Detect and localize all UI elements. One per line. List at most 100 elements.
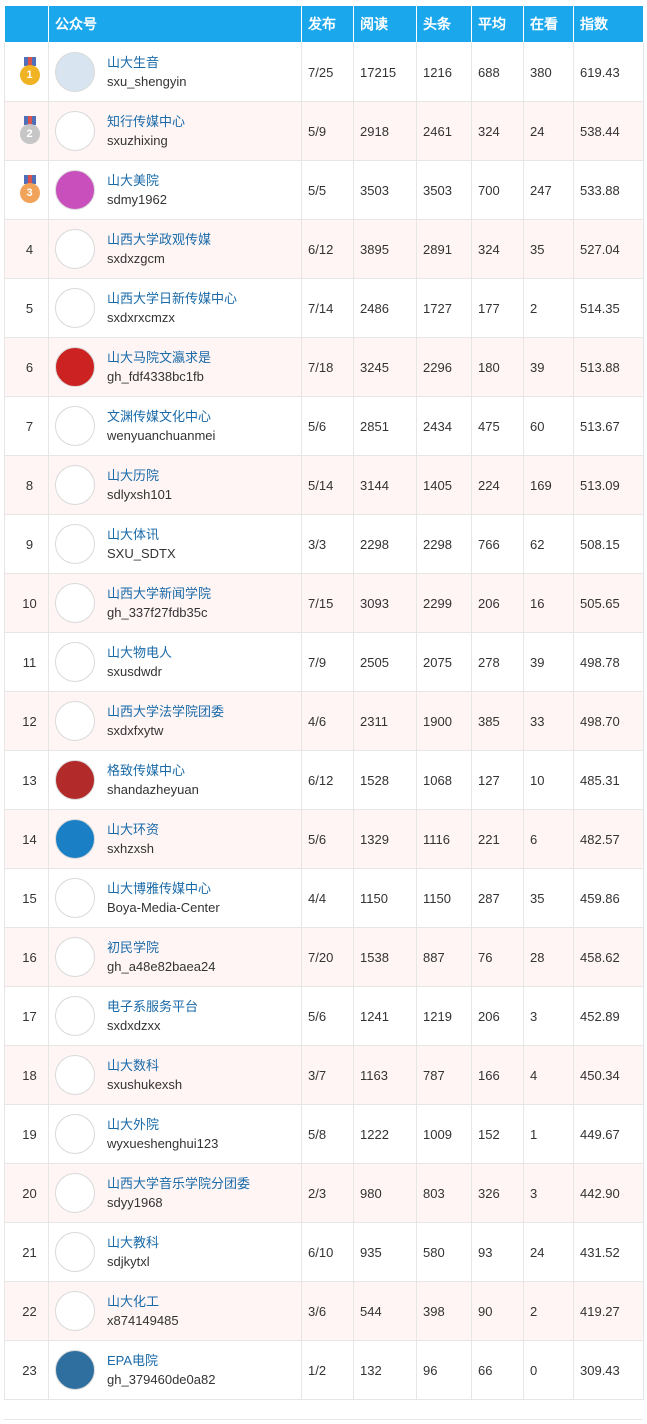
account-avatar[interactable] [55,288,95,328]
account-name-link[interactable]: 山大教科 [107,1233,159,1252]
account-info[interactable]: 山大教科 sdjkytxl [55,1232,301,1272]
account-info[interactable]: 初民学院 gh_a48e82baea24 [55,937,301,977]
table-row[interactable]: 11 山大物电人 sxusdwdr 7/9 2505 2075 278 39 498.78 [4,632,644,692]
table-row[interactable]: 13 格致传媒中心 shandazheyuan 6/12 1528 1068 127 10 48… [4,750,644,810]
account-cell[interactable]: 山大数科 sxushukexsh [48,1045,302,1105]
account-name-link[interactable]: 知行传媒中心 [107,112,185,131]
account-info[interactable]: 山大生音 sxu_shengyin [55,52,301,92]
account-info[interactable]: 山大博雅传媒中心 Boya-Media-Center [55,878,301,918]
account-info[interactable]: 山大化工 x874149485 [55,1291,301,1331]
table-row[interactable]: 22 山大化工 x874149485 3/6 544 398 90 2 419.27 [4,1281,644,1341]
account-name-link[interactable]: 山大化工 [107,1292,179,1311]
account-info[interactable]: 山大物电人 sxusdwdr [55,642,301,682]
account-avatar[interactable] [55,760,95,800]
col-header-score[interactable]: 指数 [573,5,644,43]
account-name-link[interactable]: 山西大学新闻学院 [107,584,211,603]
account-avatar[interactable] [55,937,95,977]
account-name-link[interactable]: 山西大学音乐学院分团委 [107,1174,250,1193]
account-name-link[interactable]: 山大体讯 [107,525,176,544]
account-cell[interactable]: 山西大学政观传媒 sxdxzgcm [48,219,302,279]
table-row[interactable]: 14 山大环资 sxhzxsh 5/6 1329 1116 221 6 482.57 [4,809,644,869]
table-row[interactable]: 5 山西大学日新传媒中心 sxdxrxcmzx 7/14 2486 1727 177 2 514… [4,278,644,338]
account-avatar[interactable] [55,1055,95,1095]
account-cell[interactable]: 山大生音 sxu_shengyin [48,42,302,102]
account-avatar[interactable] [55,878,95,918]
account-avatar[interactable] [55,465,95,505]
table-row[interactable]: 4 山西大学政观传媒 sxdxzgcm 6/12 3895 2891 324 35 527.04 [4,219,644,279]
table-row[interactable]: 2 知行传媒中心 sxuzhixing 5/9 2918 2461 324 24 538.44 [4,101,644,161]
account-cell[interactable]: 山大外院 wyxueshenghui123 [48,1104,302,1164]
col-header-publish[interactable]: 发布 [301,5,354,43]
account-info[interactable]: 山大数科 sxushukexsh [55,1055,301,1095]
account-avatar[interactable] [55,347,95,387]
account-cell[interactable]: 山西大学新闻学院 gh_337f27fdb35c [48,573,302,633]
account-cell[interactable]: 山大体讯 SXU_SDTX [48,514,302,574]
table-row[interactable]: 9 山大体讯 SXU_SDTX 3/3 2298 2298 766 62 508.15 [4,514,644,574]
account-avatar[interactable] [55,996,95,1036]
account-name-link[interactable]: 格致传媒中心 [107,761,199,780]
account-info[interactable]: 山西大学法学院团委 sxdxfxytw [55,701,301,741]
col-header-average[interactable]: 平均 [471,5,524,43]
col-header-headline[interactable]: 头条 [416,5,472,43]
account-info[interactable]: 知行传媒中心 sxuzhixing [55,111,301,151]
table-row[interactable]: 10 山西大学新闻学院 gh_337f27fdb35c 7/15 3093 2299 206… [4,573,644,633]
account-info[interactable]: 山大体讯 SXU_SDTX [55,524,301,564]
table-row[interactable]: 12 山西大学法学院团委 sxdxfxytw 4/6 2311 1900 385 33 498.… [4,691,644,751]
account-info[interactable]: 文渊传媒文化中心 wenyuanchuanmei [55,406,301,446]
account-avatar[interactable] [55,170,95,210]
col-header-reads[interactable]: 阅读 [353,5,417,43]
account-name-link[interactable]: 山大生音 [107,53,187,72]
account-info[interactable]: 山大马院文瀛求是 gh_fdf4338bc1fb [55,347,301,387]
table-row[interactable]: 18 山大数科 sxushukexsh 3/7 1163 787 166 4 450.34 [4,1045,644,1105]
account-name-link[interactable]: 山西大学日新传媒中心 [107,289,237,308]
account-name-link[interactable]: 山大美院 [107,171,167,190]
account-cell[interactable]: 山大马院文瀛求是 gh_fdf4338bc1fb [48,337,302,397]
account-name-link[interactable]: 电子系服务平台 [107,997,198,1016]
col-header-watching[interactable]: 在看 [523,5,574,43]
table-row[interactable]: 8 山大历院 sdlyxsh101 5/14 3144 1405 224 169 513.09 [4,455,644,515]
account-info[interactable]: 山大历院 sdlyxsh101 [55,465,301,505]
account-name-link[interactable]: 山大外院 [107,1115,218,1134]
table-row[interactable]: 1 山大生音 sxu_shengyin 7/25 17215 1216 688 380 619.… [4,42,644,102]
account-avatar[interactable] [55,1173,95,1213]
account-cell[interactable]: 山西大学音乐学院分团委 sdyy1968 [48,1163,302,1223]
account-info[interactable]: 山大环资 sxhzxsh [55,819,301,859]
table-row[interactable]: 21 山大教科 sdjkytxl 6/10 935 580 93 24 431.52 [4,1222,644,1282]
account-cell[interactable]: 文渊传媒文化中心 wenyuanchuanmei [48,396,302,456]
account-cell[interactable]: 山大博雅传媒中心 Boya-Media-Center [48,868,302,928]
account-avatar[interactable] [55,229,95,269]
account-name-link[interactable]: 山大马院文瀛求是 [107,348,211,367]
account-cell[interactable]: 山大环资 sxhzxsh [48,809,302,869]
account-name-link[interactable]: 山大数科 [107,1056,182,1075]
table-row[interactable]: 20 山西大学音乐学院分团委 sdyy1968 2/3 980 803 326 3 442.90 [4,1163,644,1223]
account-avatar[interactable] [55,583,95,623]
account-info[interactable]: 电子系服务平台 sxdxdzxx [55,996,301,1036]
account-info[interactable]: 山大外院 wyxueshenghui123 [55,1114,301,1154]
account-info[interactable]: 山西大学音乐学院分团委 sdyy1968 [55,1173,301,1213]
account-avatar[interactable] [55,819,95,859]
account-info[interactable]: 山西大学新闻学院 gh_337f27fdb35c [55,583,301,623]
account-cell[interactable]: 山西大学日新传媒中心 sxdxrxcmzx [48,278,302,338]
account-cell[interactable]: 山大历院 sdlyxsh101 [48,455,302,515]
account-cell[interactable]: 山西大学法学院团委 sxdxfxytw [48,691,302,751]
table-row[interactable]: 3 山大美院 sdmy1962 5/5 3503 3503 700 247 533.88 [4,160,644,220]
account-avatar[interactable] [55,1114,95,1154]
account-cell[interactable]: 山大教科 sdjkytxl [48,1222,302,1282]
account-name-link[interactable]: 初民学院 [107,938,215,957]
account-name-link[interactable]: 山西大学政观传媒 [107,230,211,249]
account-info[interactable]: 格致传媒中心 shandazheyuan [55,760,301,800]
account-info[interactable]: 山西大学日新传媒中心 sxdxrxcmzx [55,288,301,328]
col-header-account[interactable]: 公众号 [48,5,302,43]
account-name-link[interactable]: 山大博雅传媒中心 [107,879,220,898]
account-name-link[interactable]: 山西大学法学院团委 [107,702,224,721]
account-avatar[interactable] [55,111,95,151]
table-row[interactable]: 16 初民学院 gh_a48e82baea24 7/20 1538 887 76 28 458.… [4,927,644,987]
account-avatar[interactable] [55,52,95,92]
table-row[interactable]: 6 山大马院文瀛求是 gh_fdf4338bc1fb 7/18 3245 2296 180 3… [4,337,644,397]
account-cell[interactable]: EPA电院 gh_379460de0a82 [48,1340,302,1400]
table-row[interactable]: 19 山大外院 wyxueshenghui123 5/8 1222 1009 152 1 449… [4,1104,644,1164]
table-row[interactable]: 15 山大博雅传媒中心 Boya-Media-Center 4/4 1150 1150 28… [4,868,644,928]
account-info[interactable]: 山西大学政观传媒 sxdxzgcm [55,229,301,269]
account-avatar[interactable] [55,1350,95,1390]
table-row[interactable]: 7 文渊传媒文化中心 wenyuanchuanmei 5/6 2851 2434 475 60… [4,396,644,456]
